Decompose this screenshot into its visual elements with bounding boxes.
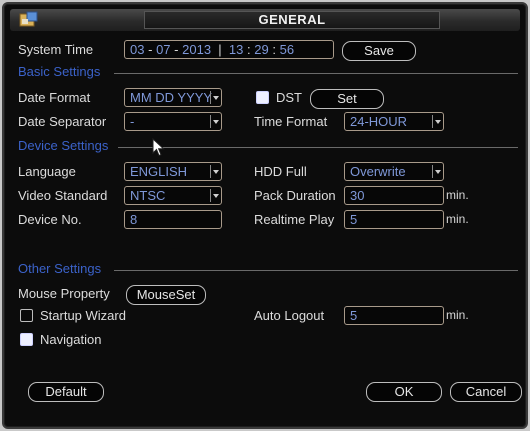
navigation-checkbox[interactable] bbox=[20, 333, 33, 346]
dst-label: DST bbox=[276, 90, 302, 105]
device-no-value: 8 bbox=[130, 212, 138, 227]
chevron-down-icon bbox=[210, 115, 219, 128]
language-label: Language bbox=[18, 164, 76, 179]
second-value[interactable]: 56 bbox=[280, 42, 294, 57]
section-divider bbox=[114, 73, 518, 74]
device-no-input[interactable]: 8 bbox=[124, 210, 222, 229]
startup-wizard-label: Startup Wizard bbox=[40, 308, 126, 323]
realtime-play-value: 5 bbox=[350, 212, 358, 227]
pack-duration-unit: min. bbox=[446, 188, 469, 202]
startup-wizard-checkbox[interactable] bbox=[20, 309, 33, 322]
hour-value[interactable]: 13 bbox=[229, 42, 243, 57]
date-format-select[interactable]: MM DD YYYY bbox=[124, 88, 222, 107]
date-format-label: Date Format bbox=[18, 90, 91, 105]
language-select[interactable]: ENGLISH bbox=[124, 162, 222, 181]
chevron-down-icon bbox=[210, 189, 219, 202]
dst-checkbox[interactable] bbox=[256, 91, 269, 104]
section-divider bbox=[114, 270, 518, 271]
date-separator-value: - bbox=[130, 114, 135, 129]
date-separator-select[interactable]: - bbox=[124, 112, 222, 131]
month-value[interactable]: 03 bbox=[130, 42, 144, 57]
auto-logout-label: Auto Logout bbox=[254, 308, 325, 323]
device-settings-heading: Device Settings bbox=[18, 138, 109, 153]
system-time-label: System Time bbox=[18, 42, 94, 57]
cancel-button[interactable]: Cancel bbox=[450, 382, 522, 402]
chevron-down-icon bbox=[432, 165, 441, 178]
pack-duration-input[interactable]: 30 bbox=[344, 186, 444, 205]
hdd-full-value: Overwrite bbox=[350, 164, 406, 179]
save-button[interactable]: Save bbox=[342, 41, 416, 61]
time-format-select[interactable]: 24-HOUR bbox=[344, 112, 444, 131]
window-title: GENERAL bbox=[258, 12, 326, 27]
date-sep-2: - bbox=[174, 42, 179, 57]
mouse-set-button[interactable]: MouseSet bbox=[126, 285, 206, 305]
default-button[interactable]: Default bbox=[28, 382, 104, 402]
realtime-play-input[interactable]: 5 bbox=[344, 210, 444, 229]
dst-set-button[interactable]: Set bbox=[310, 89, 384, 109]
date-separator-label: Date Separator bbox=[18, 114, 107, 129]
realtime-play-label: Realtime Play bbox=[254, 212, 335, 227]
mouse-property-label: Mouse Property bbox=[18, 286, 110, 301]
device-no-label: Device No. bbox=[18, 212, 82, 227]
auto-logout-value: 5 bbox=[350, 308, 358, 323]
time-sep-2: : bbox=[272, 42, 276, 57]
ok-button[interactable]: OK bbox=[366, 382, 442, 402]
language-value: ENGLISH bbox=[130, 164, 188, 179]
chevron-down-icon bbox=[432, 115, 441, 128]
basic-settings-heading: Basic Settings bbox=[18, 64, 101, 79]
realtime-play-unit: min. bbox=[446, 212, 469, 226]
time-format-label: Time Format bbox=[254, 114, 328, 129]
time-format-value: 24-HOUR bbox=[350, 114, 408, 129]
hdd-full-select[interactable]: Overwrite bbox=[344, 162, 444, 181]
pack-duration-label: Pack Duration bbox=[254, 188, 336, 203]
date-time-divider: | bbox=[214, 42, 226, 57]
system-time-field[interactable]: 03 - 07 - 2013 | 13 : 29 : 56 bbox=[124, 40, 334, 59]
date-format-value: MM DD YYYY bbox=[130, 90, 213, 105]
time-sep-1: : bbox=[247, 42, 251, 57]
mouse-pointer-icon bbox=[152, 138, 165, 157]
section-divider bbox=[118, 147, 518, 148]
chevron-down-icon bbox=[210, 165, 219, 178]
navigation-label: Navigation bbox=[40, 332, 102, 347]
title-bar: GENERAL bbox=[10, 9, 520, 31]
other-settings-heading: Other Settings bbox=[18, 261, 102, 276]
app-logo-icon bbox=[19, 11, 38, 27]
auto-logout-unit: min. bbox=[446, 308, 469, 322]
year-value[interactable]: 2013 bbox=[182, 42, 211, 57]
video-standard-value: NTSC bbox=[130, 188, 166, 203]
chevron-down-icon bbox=[210, 91, 219, 104]
video-standard-label: Video Standard bbox=[18, 188, 108, 203]
pack-duration-value: 30 bbox=[350, 188, 365, 203]
minute-value[interactable]: 29 bbox=[254, 42, 268, 57]
day-value[interactable]: 07 bbox=[156, 42, 170, 57]
general-settings-window: GENERAL System Time 03 - 07 - 2013 | 13 … bbox=[2, 2, 528, 429]
date-sep-1: - bbox=[148, 42, 153, 57]
video-standard-select[interactable]: NTSC bbox=[124, 186, 222, 205]
hdd-full-label: HDD Full bbox=[254, 164, 307, 179]
auto-logout-input[interactable]: 5 bbox=[344, 306, 444, 325]
